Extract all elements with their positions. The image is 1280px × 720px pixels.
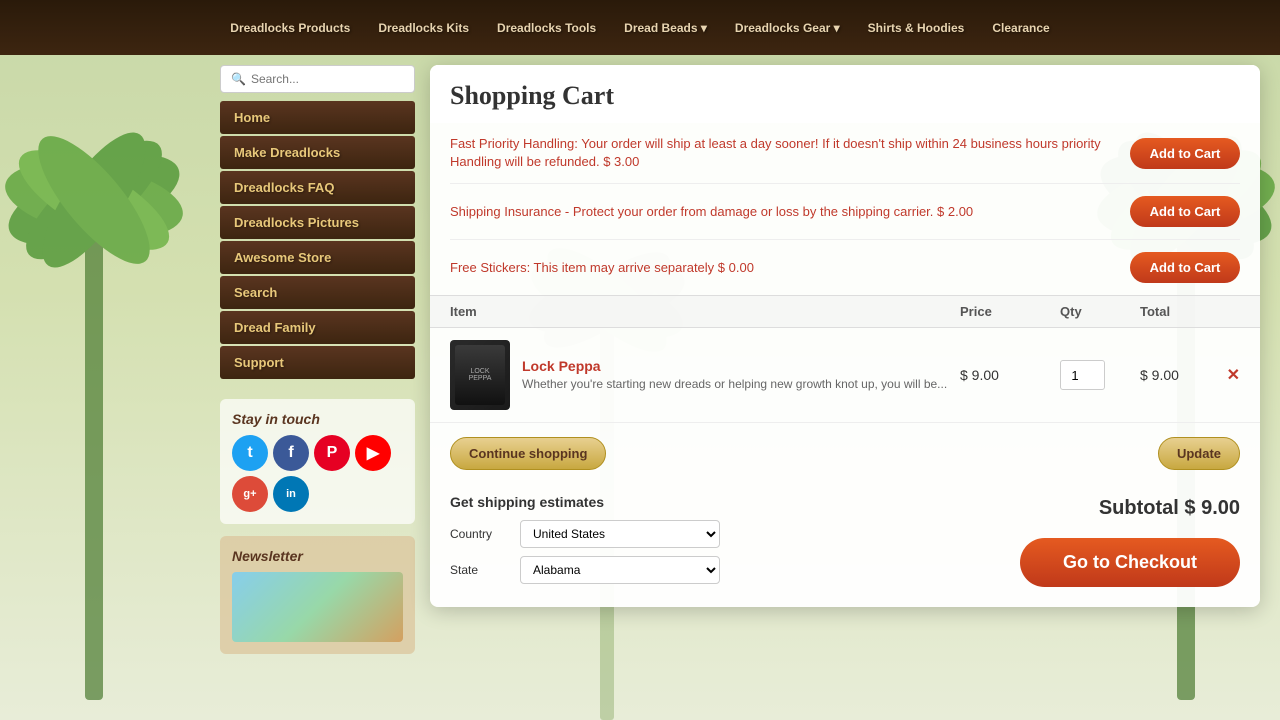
twitter-icon[interactable]: t bbox=[232, 435, 268, 471]
upsell-item-2: Shipping Insurance - Protect your order … bbox=[450, 184, 1240, 240]
country-row: Country United States Canada United King… bbox=[450, 520, 720, 548]
sidebar-item-search[interactable]: Search bbox=[220, 276, 415, 309]
google-icon[interactable]: g+ bbox=[232, 476, 268, 512]
state-row: State Alabama Alaska Arizona bbox=[450, 556, 720, 584]
upsell-text-2: Shipping Insurance - Protect your order … bbox=[450, 203, 1115, 221]
add-to-cart-button-2[interactable]: Add to Cart bbox=[1130, 196, 1240, 227]
quantity-input[interactable] bbox=[1060, 360, 1105, 390]
facebook-icon[interactable]: f bbox=[273, 435, 309, 471]
top-navigation: Dreadlocks Products Dreadlocks Kits Drea… bbox=[0, 0, 1280, 55]
cart-panel: Shopping Cart Fast Priority Handling: Yo… bbox=[430, 65, 1260, 607]
search-input[interactable] bbox=[251, 72, 404, 86]
product-qty bbox=[1060, 360, 1140, 390]
nav-item-shirts[interactable]: Shirts & Hoodies bbox=[858, 15, 975, 41]
table-row: LOCKPEPPA Lock Peppa Whether you're star… bbox=[430, 328, 1260, 423]
sidebar-menu: Home Make Dreadlocks Dreadlocks FAQ Drea… bbox=[220, 101, 415, 379]
upsell-section: Fast Priority Handling: Your order will … bbox=[430, 123, 1260, 295]
pinterest-icon[interactable]: P bbox=[314, 435, 350, 471]
subtotal-display: Subtotal $ 9.00 bbox=[1020, 497, 1260, 528]
social-title: Stay in touch bbox=[232, 411, 403, 427]
subtotal-label: Subtotal bbox=[1099, 497, 1179, 519]
checkout-button[interactable]: Go to Checkout bbox=[1020, 538, 1240, 587]
sidebar-item-dread-family[interactable]: Dread Family bbox=[220, 311, 415, 344]
sidebar-item-pictures[interactable]: Dreadlocks Pictures bbox=[220, 206, 415, 239]
sidebar-item-support[interactable]: Support bbox=[220, 346, 415, 379]
nav-item-beads[interactable]: Dread Beads bbox=[614, 15, 717, 41]
cart-actions: Continue shopping Update bbox=[430, 423, 1260, 484]
cart-table-header: Item Price Qty Total bbox=[430, 295, 1260, 328]
product-details: Lock Peppa Whether you're starting new d… bbox=[522, 358, 947, 393]
product-image-inner: LOCKPEPPA bbox=[455, 345, 505, 405]
upsell-text-3: Free Stickers: This item may arrive sepa… bbox=[450, 259, 1115, 277]
social-icons-list: t f P ▶ g+ in bbox=[232, 435, 403, 512]
upsell-item-1: Fast Priority Handling: Your order will … bbox=[450, 123, 1240, 184]
cart-title: Shopping Cart bbox=[450, 81, 1240, 111]
youtube-icon[interactable]: ▶ bbox=[355, 435, 391, 471]
state-select[interactable]: Alabama Alaska Arizona bbox=[520, 556, 720, 584]
newsletter-section: Newsletter bbox=[220, 536, 415, 654]
sidebar: 🔍 Home Make Dreadlocks Dreadlocks FAQ Dr… bbox=[220, 65, 415, 654]
search-icon: 🔍 bbox=[231, 72, 246, 86]
state-label: State bbox=[450, 563, 510, 577]
nav-item-clearance[interactable]: Clearance bbox=[982, 15, 1059, 41]
upsell-text-1: Fast Priority Handling: Your order will … bbox=[450, 135, 1115, 171]
country-select[interactable]: United States Canada United Kingdom bbox=[520, 520, 720, 548]
newsletter-image bbox=[232, 572, 403, 642]
search-box[interactable]: 🔍 bbox=[220, 65, 415, 93]
update-button[interactable]: Update bbox=[1158, 437, 1240, 470]
product-image-label: LOCKPEPPA bbox=[467, 366, 494, 384]
total-value: $ 9.00 bbox=[1140, 367, 1179, 383]
shipping-title: Get shipping estimates bbox=[450, 494, 720, 510]
social-section: Stay in touch t f P ▶ g+ in bbox=[220, 399, 415, 524]
add-to-cart-button-1[interactable]: Add to Cart bbox=[1130, 138, 1240, 169]
product-name[interactable]: Lock Peppa bbox=[522, 358, 947, 374]
shipping-section: Get shipping estimates Country United St… bbox=[430, 484, 740, 607]
upsell-item-3: Free Stickers: This item may arrive sepa… bbox=[450, 240, 1240, 295]
country-label: Country bbox=[450, 527, 510, 541]
header-item: Item bbox=[450, 304, 960, 319]
nav-item-kits[interactable]: Dreadlocks Kits bbox=[368, 15, 479, 41]
header-qty: Qty bbox=[1060, 304, 1140, 319]
product-description: Whether you're starting new dreads or he… bbox=[522, 377, 947, 393]
nav-item-tools[interactable]: Dreadlocks Tools bbox=[487, 15, 606, 41]
main-content: Shopping Cart Fast Priority Handling: Yo… bbox=[430, 65, 1260, 607]
product-price: $ 9.00 bbox=[960, 367, 1060, 383]
continue-shopping-button[interactable]: Continue shopping bbox=[450, 437, 606, 470]
subtotal-value: $ 9.00 bbox=[1184, 497, 1240, 519]
sidebar-item-store[interactable]: Awesome Store bbox=[220, 241, 415, 274]
sidebar-item-make-dreadlocks[interactable]: Make Dreadlocks bbox=[220, 136, 415, 169]
remove-button[interactable]: ✕ bbox=[1227, 365, 1240, 385]
cart-bottom: Get shipping estimates Country United St… bbox=[430, 484, 1260, 607]
header-total: Total bbox=[1140, 304, 1240, 319]
checkout-section: Subtotal $ 9.00 Go to Checkout bbox=[1020, 497, 1260, 607]
cart-item-info: LOCKPEPPA Lock Peppa Whether you're star… bbox=[450, 340, 960, 410]
newsletter-title: Newsletter bbox=[232, 548, 403, 564]
add-to-cart-button-3[interactable]: Add to Cart bbox=[1130, 252, 1240, 283]
product-total: $ 9.00 ✕ bbox=[1140, 365, 1240, 385]
cart-header: Shopping Cart bbox=[430, 65, 1260, 123]
product-image: LOCKPEPPA bbox=[450, 340, 510, 410]
linkedin-icon[interactable]: in bbox=[273, 476, 309, 512]
nav-item-gear[interactable]: Dreadlocks Gear bbox=[725, 15, 850, 41]
nav-item-products[interactable]: Dreadlocks Products bbox=[220, 15, 360, 41]
sidebar-item-home[interactable]: Home bbox=[220, 101, 415, 134]
header-price: Price bbox=[960, 304, 1060, 319]
sidebar-item-faq[interactable]: Dreadlocks FAQ bbox=[220, 171, 415, 204]
